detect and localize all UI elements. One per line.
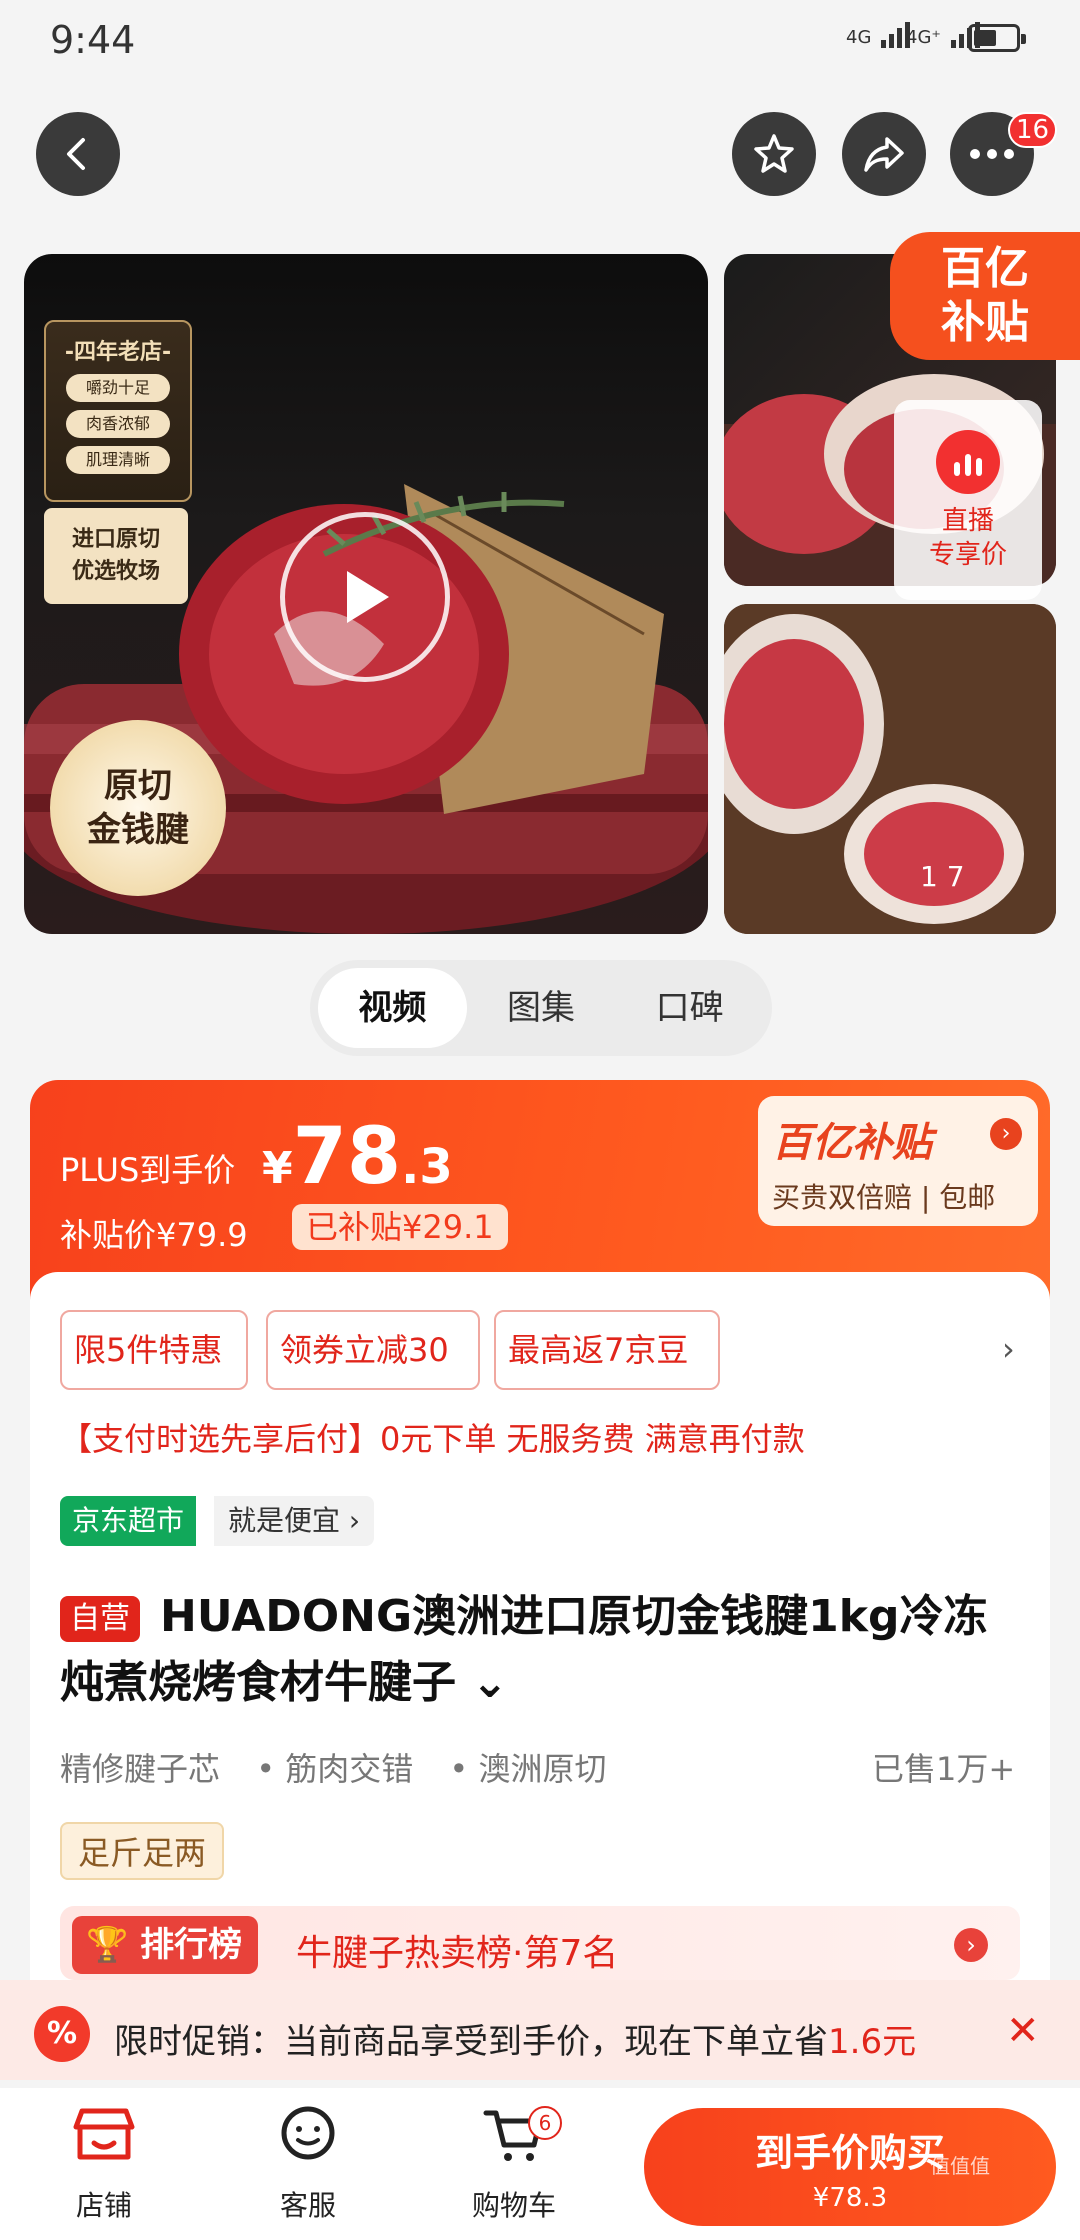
watermark: 值值值 xyxy=(930,2154,990,2178)
chevron-right-icon: › xyxy=(954,1928,988,1962)
store-age-badge: -四年老店- 嚼劲十足 肉香浓郁 肌理清晰 xyxy=(44,320,192,502)
share-icon xyxy=(864,137,904,172)
ranking-text: 牛腱子热卖榜·第7名 xyxy=(296,1933,619,1974)
product-features: 精修腱子芯 • 筋肉交错 • 澳洲原切 xyxy=(60,1750,607,1788)
jd-supermarket-slogan[interactable]: 就是便宜 › xyxy=(214,1496,375,1546)
self-operated-tag: 自营 xyxy=(60,1596,140,1642)
gallery-thumbnail-2[interactable] xyxy=(724,604,1056,934)
product-title[interactable]: HUADONG澳洲进口原切金钱腱1kg冷冻炖煮烧烤食材牛腱子 ⌄ xyxy=(60,1584,1000,1716)
plus-price-label: PLUS到手价 xyxy=(60,1151,236,1189)
percent-icon: % xyxy=(34,2006,90,2062)
store-button[interactable]: 店铺 xyxy=(44,2100,164,2224)
promo-text: 限时促销：当前商品享受到手价，现在下单立省1.6元 xyxy=(114,2022,917,2062)
live-price-button[interactable]: 直播 专享价 xyxy=(894,400,1042,600)
jd-supermarket-tag[interactable]: 京东超市 xyxy=(60,1496,197,1546)
pay-later-note: 【支付时选先享后付】0元下单 无服务费 满意再付款 xyxy=(60,1420,805,1458)
tab-reviews[interactable]: 口碑 xyxy=(615,968,764,1048)
ranking-tag: 🏆 排行榜 xyxy=(72,1916,259,1974)
product-seal: 原切 金钱腱 xyxy=(50,720,226,896)
live-icon xyxy=(936,430,1000,494)
media-tabs: 视频 图集 口碑 xyxy=(310,960,772,1056)
favorite-button[interactable] xyxy=(732,112,816,196)
back-button[interactable] xyxy=(36,112,120,196)
more-icon xyxy=(970,149,1014,159)
share-button[interactable] xyxy=(842,112,926,196)
import-tag: 进口原切 优选牧场 xyxy=(44,508,188,604)
buy-now-button[interactable]: 到手价购买 ¥78.3 xyxy=(644,2108,1056,2226)
plus-price: ¥78.3 xyxy=(262,1112,453,1202)
chevron-right-icon: › xyxy=(990,1118,1022,1150)
subsidized-amount-badge: 已补贴¥29.1 xyxy=(292,1204,508,1250)
store-icon xyxy=(73,2108,135,2160)
star-icon xyxy=(754,134,794,173)
sold-count: 已售1万+ xyxy=(872,1750,1016,1788)
signal-icon: 4G xyxy=(846,22,913,48)
status-time: 9:44 xyxy=(50,18,136,62)
message-badge: 16 xyxy=(1008,112,1058,148)
play-video-button[interactable] xyxy=(280,512,450,682)
weight-guarantee-tag: 足斤足两 xyxy=(60,1822,225,1880)
cart-count-badge: 6 xyxy=(528,2106,562,2140)
billion-subsidy-panel[interactable]: 百亿补贴 › 买贵双倍赔 | 包邮 xyxy=(758,1096,1038,1226)
tab-video[interactable]: 视频 xyxy=(318,968,467,1048)
chevron-left-icon xyxy=(67,138,85,170)
billion-subsidy-label: 百亿 补贴 xyxy=(890,232,1080,360)
gallery-counter: 1 7 xyxy=(920,860,965,893)
subsidy-price: 补贴价¥79.9 xyxy=(60,1216,248,1254)
coupon-limit-offer[interactable]: 限5件特惠 xyxy=(60,1310,248,1390)
tab-gallery[interactable]: 图集 xyxy=(467,968,616,1048)
trophy-icon: 🏆 xyxy=(86,1925,141,1965)
close-icon[interactable]: ✕ xyxy=(1006,2008,1040,2054)
beef-slices-image xyxy=(724,604,1056,934)
coupon-jd-beans[interactable]: 最高返7京豆 xyxy=(494,1310,720,1390)
play-icon xyxy=(347,571,389,623)
chevron-right-icon[interactable]: › xyxy=(1002,1330,1015,1368)
status-bar: 9:44 4G 4G⁺ xyxy=(0,0,1080,90)
customer-service-button[interactable]: 客服 xyxy=(248,2100,368,2224)
chat-smile-icon xyxy=(281,2106,335,2160)
battery-icon xyxy=(968,24,1026,52)
coupon-discount[interactable]: 领券立减30 xyxy=(266,1310,480,1390)
